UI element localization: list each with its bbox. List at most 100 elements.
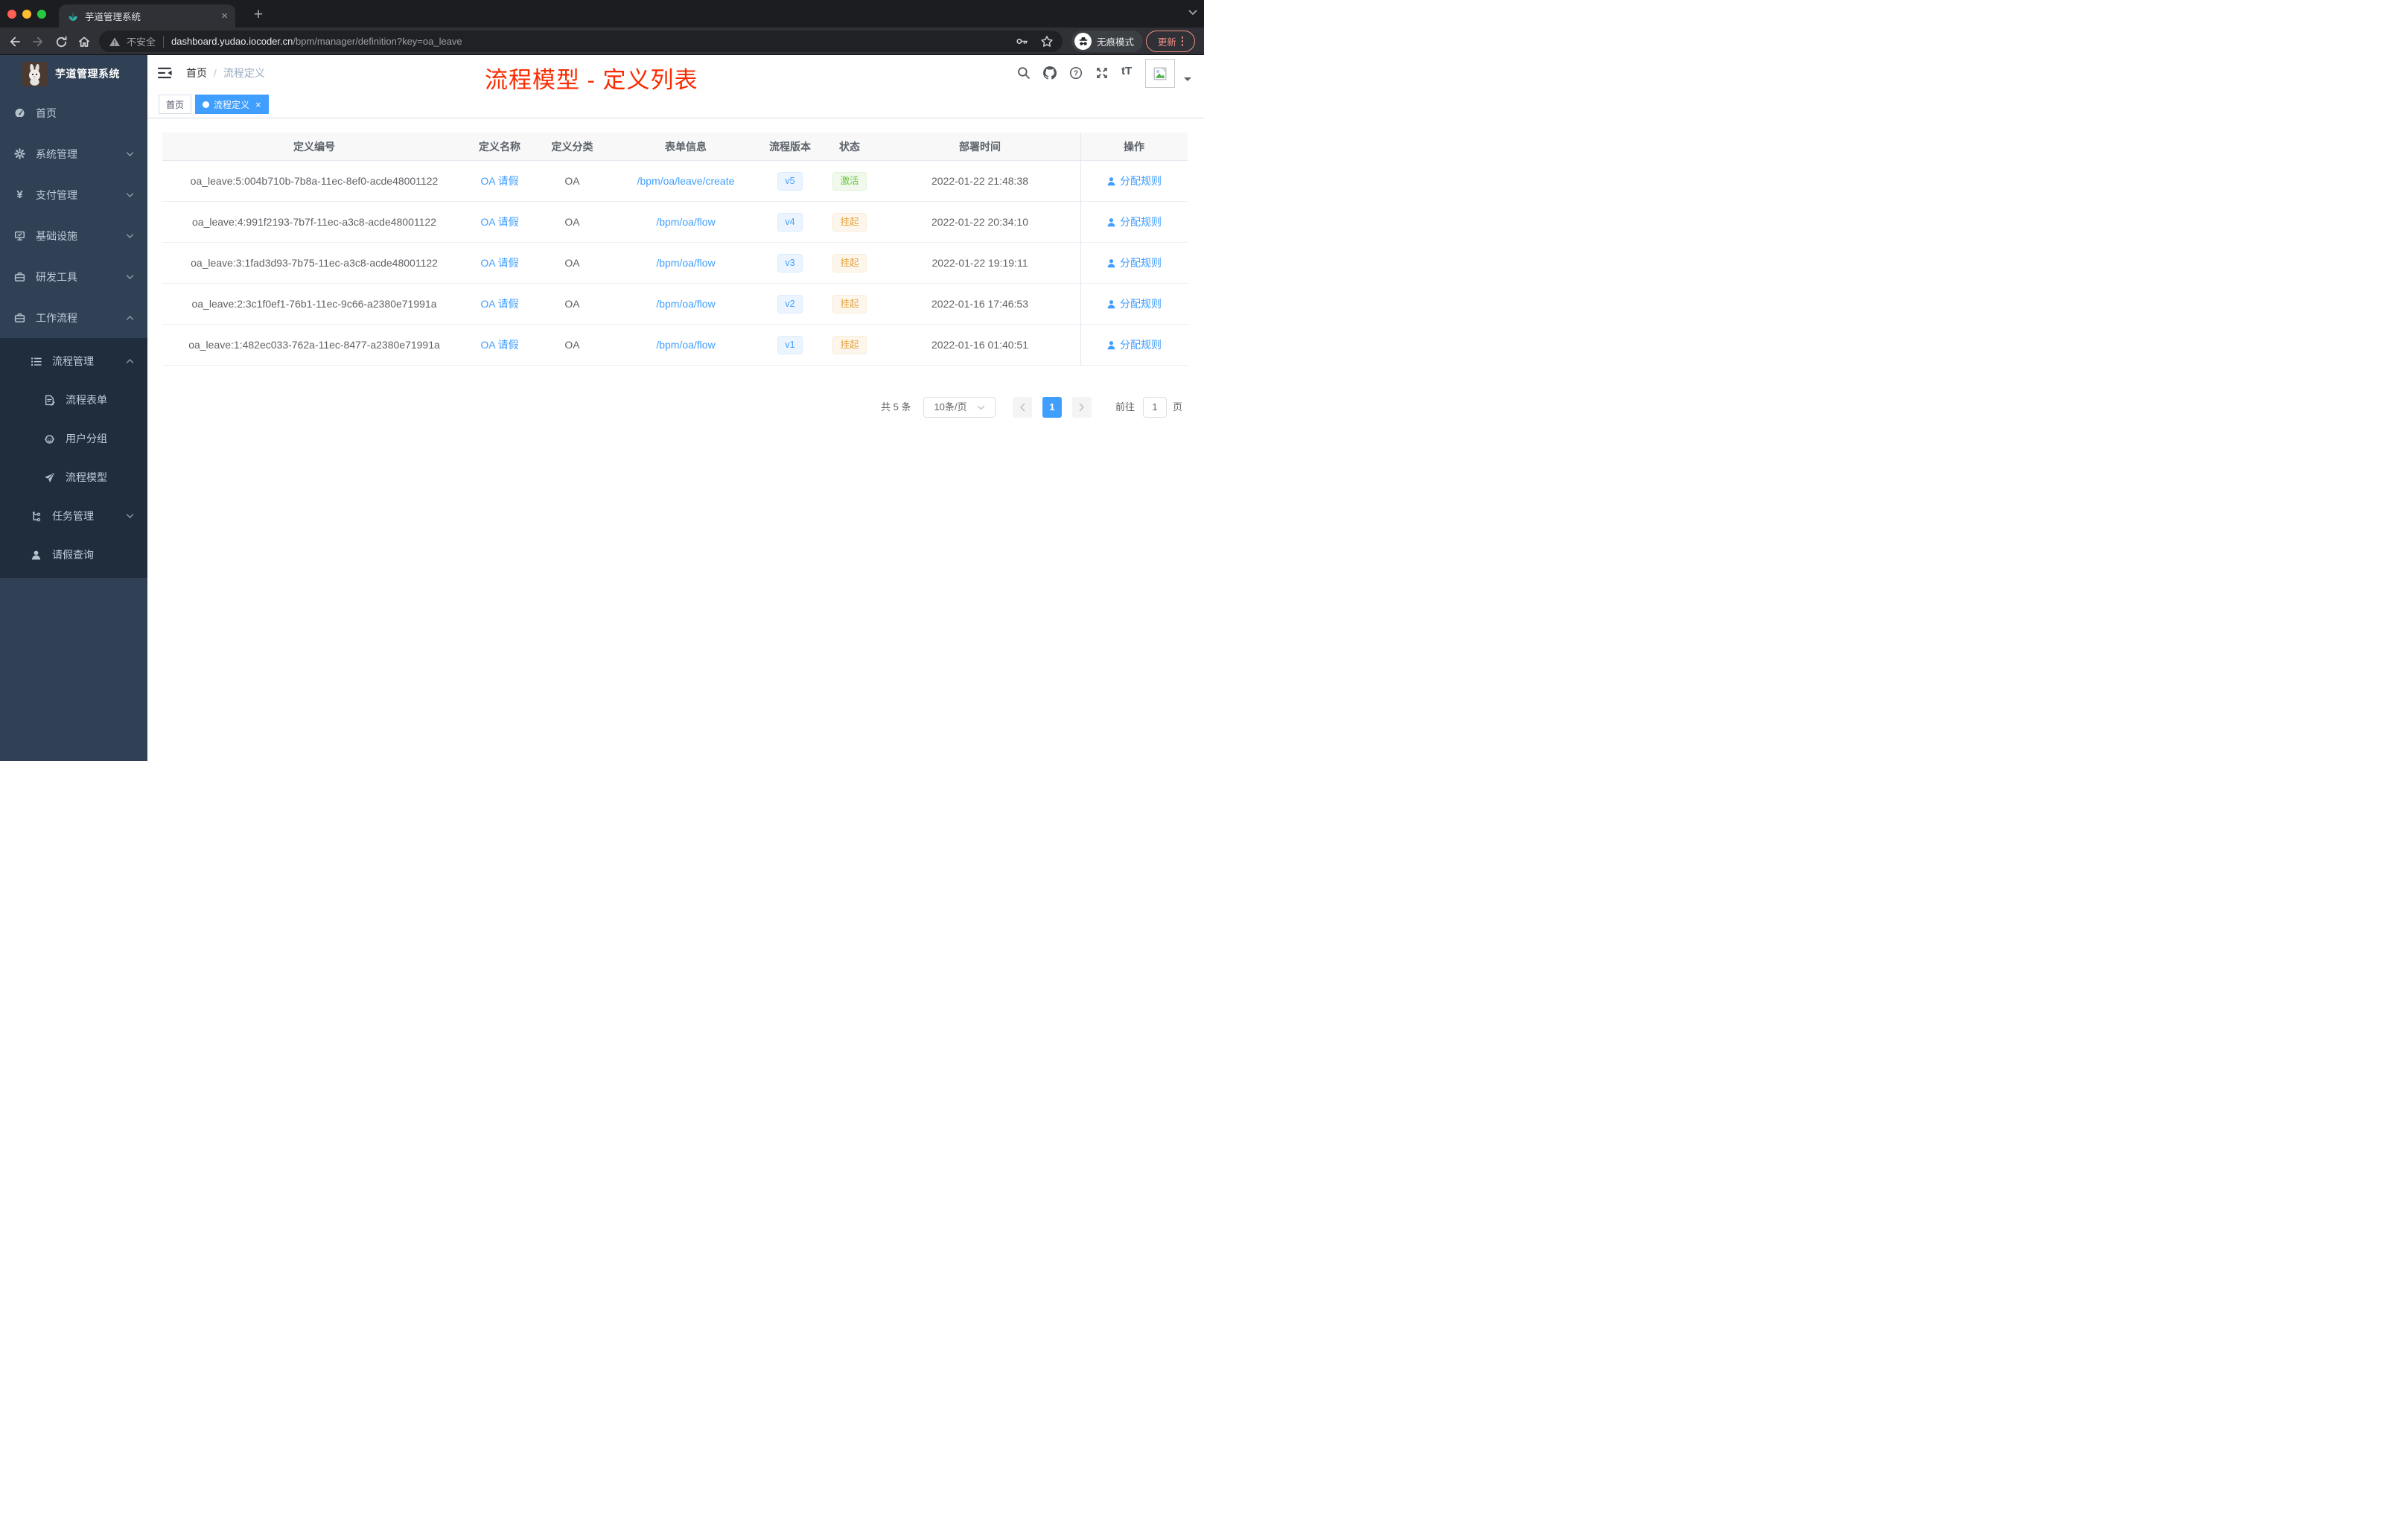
- app: 芋道管理系统 首页 系统管理 ¥ 支付管理 基础设施 研发工具 工作流程 流程管…: [0, 55, 1204, 761]
- zoom-window-button[interactable]: [37, 10, 46, 19]
- definition-name-link[interactable]: OA 请假: [480, 216, 518, 228]
- list-tree-icon: [30, 356, 42, 367]
- cell-category: OA: [564, 298, 580, 310]
- assign-rule-link[interactable]: 分配规则: [1106, 337, 1162, 352]
- tab-favicon-plant-icon: [68, 11, 78, 22]
- sidebar-item-home[interactable]: 首页: [0, 92, 147, 133]
- breadcrumb-home[interactable]: 首页: [186, 66, 207, 80]
- browser-tab[interactable]: 芋道管理系统: [59, 4, 235, 28]
- tag-close-icon[interactable]: [255, 100, 261, 109]
- definition-name-link[interactable]: OA 请假: [480, 298, 518, 310]
- version-badge: v4: [777, 212, 803, 232]
- chevron-up-icon: [126, 315, 134, 321]
- cell-definition-id: oa_leave:5:004b710b-7b8a-11ec-8ef0-acde4…: [190, 175, 439, 187]
- sidebar-collapse-icon[interactable]: [158, 67, 172, 79]
- version-badge: v3: [777, 253, 803, 273]
- status-badge: 激活: [832, 171, 867, 191]
- form-link[interactable]: /bpm/oa/flow: [656, 216, 715, 228]
- status-badge: 挂起: [832, 335, 867, 354]
- sidebar-item-process-model[interactable]: 流程模型: [0, 458, 147, 497]
- sidebar-item-process-management[interactable]: 流程管理: [0, 342, 147, 380]
- help-question-icon[interactable]: ?: [1069, 66, 1083, 80]
- tag-process-definition[interactable]: 流程定义: [195, 95, 269, 114]
- page-number-button[interactable]: 1: [1042, 397, 1062, 418]
- paper-plane-icon: [43, 472, 56, 483]
- cell-deploy-time: 2022-01-16 01:40:51: [931, 339, 1028, 351]
- user-avatar-broken-image[interactable]: [1145, 59, 1175, 88]
- back-icon[interactable]: [4, 31, 25, 52]
- form-link[interactable]: /bpm/oa/flow: [656, 298, 715, 310]
- definition-name-link[interactable]: OA 请假: [480, 339, 518, 351]
- active-dot-icon: [203, 101, 209, 108]
- incognito-label: 无痕模式: [1097, 37, 1135, 48]
- column-header: 定义编号: [293, 140, 335, 153]
- assign-rule-link[interactable]: 分配规则: [1106, 296, 1162, 311]
- close-window-button[interactable]: [7, 10, 16, 19]
- browser-toolbar: 不安全 dashboard.yudao.iocoder.cn/bpm/manag…: [0, 28, 1204, 55]
- cell-deploy-time: 2022-01-22 19:19:11: [931, 257, 1028, 269]
- form-link[interactable]: /bpm/oa/flow: [656, 257, 715, 269]
- sidebar-item-label: 基础设施: [36, 229, 77, 242]
- forward-icon[interactable]: [28, 31, 48, 52]
- page-size-value: 10条/页: [934, 401, 967, 413]
- tag-home[interactable]: 首页: [159, 95, 192, 114]
- column-header: 流程版本: [769, 140, 811, 153]
- bookmark-star-icon[interactable]: [1040, 35, 1054, 48]
- font-size-icon[interactable]: tT: [1121, 65, 1132, 77]
- security-label[interactable]: 不安全: [127, 34, 156, 48]
- fullscreen-icon[interactable]: [1095, 66, 1109, 80]
- search-icon[interactable]: [1017, 66, 1031, 80]
- avatar-dropdown-caret-icon[interactable]: [1184, 77, 1191, 85]
- cell-definition-id: oa_leave:2:3c1f0ef1-76b1-11ec-9c66-a2380…: [191, 298, 437, 310]
- password-key-icon[interactable]: [1016, 35, 1028, 48]
- sidebar-item-system[interactable]: 系统管理: [0, 133, 147, 174]
- sidebar-item-task-management[interactable]: 任务管理: [0, 497, 147, 535]
- home-icon[interactable]: [74, 31, 95, 52]
- tab-search-chevron-icon[interactable]: [1188, 10, 1197, 16]
- incognito-icon: [1074, 33, 1092, 50]
- definition-name-link[interactable]: OA 请假: [480, 175, 518, 187]
- github-icon[interactable]: [1043, 66, 1057, 80]
- form-link[interactable]: /bpm/oa/flow: [656, 339, 715, 351]
- minimize-window-button[interactable]: [22, 10, 31, 19]
- column-header: 状态: [839, 140, 860, 153]
- page-size-select[interactable]: 10条/页: [923, 397, 996, 418]
- prev-page-button[interactable]: [1013, 397, 1032, 418]
- briefcase-icon: [13, 312, 26, 323]
- breadcrumb-current: 流程定义: [223, 67, 265, 79]
- goto-page-input[interactable]: [1143, 397, 1167, 418]
- sidebar-item-user-group[interactable]: 用户分组: [0, 419, 147, 458]
- next-page-button[interactable]: [1072, 397, 1092, 418]
- new-tab-button[interactable]: [248, 4, 269, 25]
- sidebar-item-payment[interactable]: ¥ 支付管理: [0, 174, 147, 215]
- sidebar-item-infrastructure[interactable]: 基础设施: [0, 215, 147, 256]
- column-header: 表单信息: [665, 140, 707, 153]
- address-bar[interactable]: 不安全 dashboard.yudao.iocoder.cn/bpm/manag…: [99, 31, 1063, 52]
- form-link[interactable]: /bpm/oa/leave/create: [637, 175, 735, 187]
- assign-rule-link[interactable]: 分配规则: [1106, 173, 1162, 188]
- sidebar-item-label: 流程表单: [66, 394, 107, 406]
- column-header: 操作: [1124, 140, 1144, 153]
- reload-icon[interactable]: [51, 31, 71, 52]
- sidebar-item-workflow[interactable]: 工作流程: [0, 297, 147, 338]
- assign-rule-link[interactable]: 分配规则: [1106, 255, 1162, 270]
- sidebar-item-dev-tools[interactable]: 研发工具: [0, 256, 147, 297]
- chevron-down-icon: [126, 192, 134, 198]
- sidebar-item-leave-query[interactable]: 请假查询: [0, 535, 147, 574]
- cell-category: OA: [564, 257, 580, 269]
- browser-update-button[interactable]: 更新: [1146, 31, 1195, 52]
- tab-title: 芋道管理系统: [85, 12, 141, 22]
- cell-deploy-time: 2022-01-22 20:34:10: [931, 216, 1028, 228]
- sidebar-item-label: 支付管理: [36, 188, 77, 201]
- sidebar-item-label: 首页: [36, 106, 57, 119]
- browser-menu-dots-icon[interactable]: [1181, 36, 1184, 46]
- assign-rule-link[interactable]: 分配规则: [1106, 214, 1162, 229]
- tab-close-icon[interactable]: [221, 10, 228, 22]
- sidebar-logo-row: 芋道管理系统: [0, 55, 147, 92]
- monitor-icon: [13, 230, 26, 241]
- sidebar-item-process-form[interactable]: 流程表单: [0, 380, 147, 419]
- definition-name-link[interactable]: OA 请假: [480, 257, 518, 269]
- update-label: 更新: [1157, 37, 1176, 48]
- definition-table: 定义编号 定义名称 定义分类 表单信息 流程版本 状态 部署时间 操作 oa_l…: [162, 133, 1188, 366]
- svg-text:?: ?: [1074, 70, 1078, 78]
